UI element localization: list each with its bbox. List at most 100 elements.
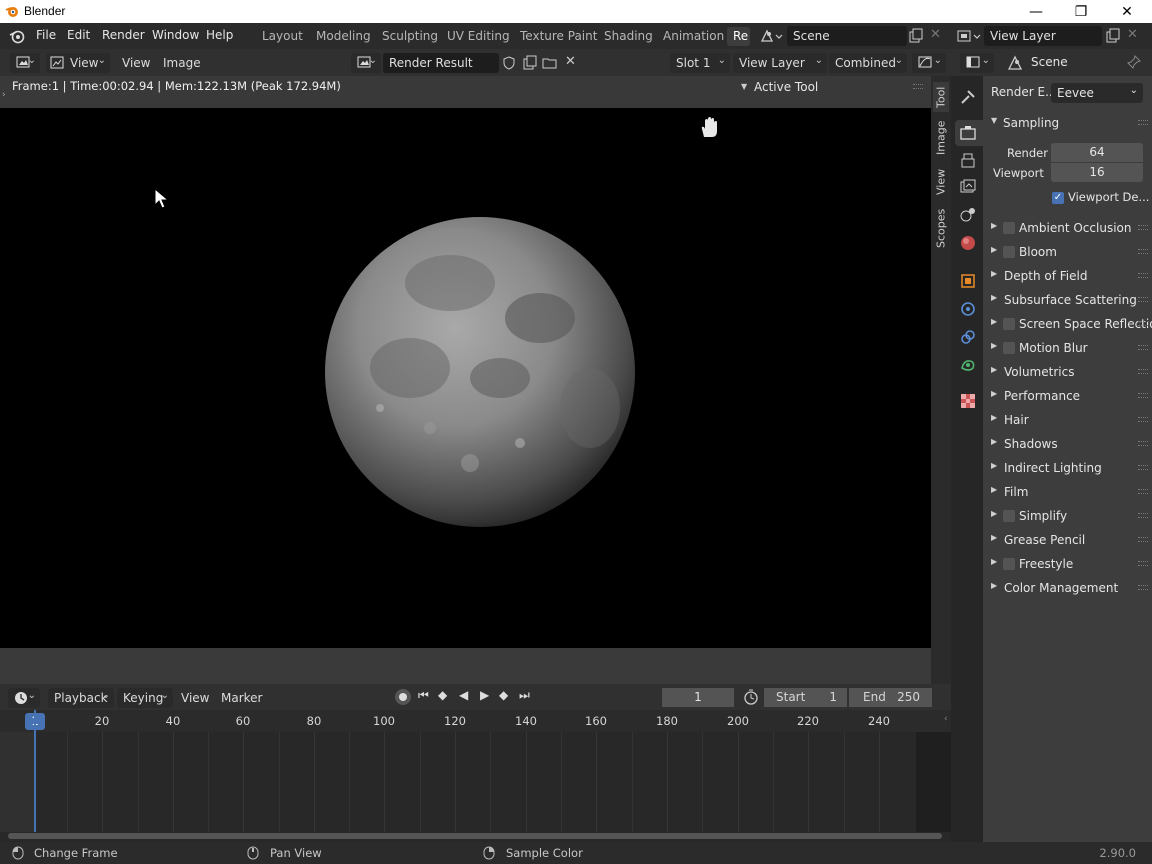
- display-channels-dropdown[interactable]: ⌄: [912, 53, 946, 73]
- minimize-button[interactable]: —: [1013, 0, 1059, 23]
- render-tab-active[interactable]: [955, 120, 983, 146]
- drag-grip-icon[interactable]: [1138, 249, 1148, 254]
- timeline-ruler[interactable]: 1 20 40 60 80 100 120 140 160 180 200 22…: [0, 710, 951, 732]
- panel-shadows[interactable]: ▶ Shadows: [983, 432, 1152, 456]
- next-keyframe-icon[interactable]: ◆: [499, 688, 508, 702]
- unlink-image-icon[interactable]: ✕: [565, 54, 576, 69]
- tab-view[interactable]: View: [933, 166, 949, 198]
- world-tab-icon[interactable]: [959, 234, 977, 252]
- render-engine-dropdown[interactable]: Eevee ⌄: [1051, 83, 1143, 103]
- drag-grip-icon[interactable]: [1138, 513, 1148, 518]
- output-tab-icon[interactable]: [959, 152, 977, 170]
- timeline-track-area[interactable]: [0, 710, 951, 842]
- delete-view-layer-icon[interactable]: ✕: [1127, 27, 1138, 42]
- play-reverse-icon[interactable]: ◀: [459, 688, 468, 702]
- drag-grip-icon[interactable]: [1138, 561, 1148, 566]
- jump-end-icon[interactable]: ⏭: [519, 688, 530, 703]
- tab-rendering[interactable]: Re: [727, 27, 750, 46]
- render-layer-dropdown[interactable]: View Layer ⌄: [733, 53, 827, 73]
- object-tab-icon[interactable]: [959, 272, 977, 290]
- menu-window[interactable]: Window: [152, 28, 199, 42]
- panel-volumetrics[interactable]: ▶ Volumetrics: [983, 360, 1152, 384]
- panel-bloom[interactable]: ▶ Bloom: [983, 240, 1152, 264]
- jump-start-icon[interactable]: ⏮: [418, 688, 429, 703]
- panel-color-management[interactable]: ▶ Color Management: [983, 576, 1152, 600]
- panel-sampling[interactable]: ▼ Sampling: [983, 111, 1152, 135]
- drag-grip-icon[interactable]: [1138, 273, 1148, 278]
- panel-motion-blur[interactable]: ▶ Motion Blur: [983, 336, 1152, 360]
- panel-depth-of-field[interactable]: ▶ Depth of Field: [983, 264, 1152, 288]
- panel-subsurface-scattering[interactable]: ▶ Subsurface Scattering: [983, 288, 1152, 312]
- new-view-layer-icon[interactable]: [1105, 28, 1121, 44]
- panel-indirect-lighting[interactable]: ▶ Indirect Lighting: [983, 456, 1152, 480]
- viewport-samples-field[interactable]: 16: [1051, 163, 1143, 182]
- data-tab-icon[interactable]: [959, 356, 977, 374]
- blender-menu-icon[interactable]: [9, 28, 25, 44]
- render-samples-field[interactable]: 64: [1051, 143, 1143, 162]
- modifier-tab-icon[interactable]: [959, 300, 977, 318]
- menu-file[interactable]: File: [36, 28, 56, 42]
- drag-grip-icon[interactable]: [1138, 465, 1148, 470]
- close-button[interactable]: ✕: [1104, 0, 1150, 23]
- restore-button[interactable]: ❐: [1058, 0, 1104, 23]
- render-viewport[interactable]: [0, 108, 931, 648]
- panel-enable-checkbox[interactable]: [1003, 558, 1015, 570]
- drag-grip-icon[interactable]: [1138, 537, 1148, 542]
- menu-help[interactable]: Help: [206, 28, 233, 42]
- panel-enable-checkbox[interactable]: [1003, 246, 1015, 258]
- tool-tab-icon[interactable]: [959, 88, 977, 106]
- toolbar-expand-icon[interactable]: ›: [2, 90, 6, 100]
- panel-performance[interactable]: ▶ Performance: [983, 384, 1152, 408]
- open-folder-icon[interactable]: [542, 55, 558, 71]
- pan-hand-icon[interactable]: [699, 117, 719, 139]
- browse-image-dropdown[interactable]: ⌄: [351, 53, 381, 73]
- properties-editor-type-dropdown[interactable]: ⌄: [960, 53, 994, 73]
- drag-grip-icon[interactable]: [1138, 417, 1148, 422]
- drag-grip-icon[interactable]: [1138, 393, 1148, 398]
- drag-grip-icon[interactable]: [1138, 297, 1148, 302]
- prev-keyframe-icon[interactable]: ◆: [438, 688, 447, 702]
- timeline-menu-view[interactable]: View: [177, 688, 213, 708]
- drag-grip-icon[interactable]: [1138, 585, 1148, 590]
- panel-hair[interactable]: ▶ Hair: [983, 408, 1152, 432]
- menu-edit[interactable]: Edit: [67, 28, 90, 42]
- panel-grease-pencil[interactable]: ▶ Grease Pencil: [983, 528, 1152, 552]
- timeline-menu-marker[interactable]: Marker: [217, 688, 266, 708]
- tab-tool[interactable]: Tool: [933, 82, 949, 112]
- tab-layout[interactable]: Layout: [256, 27, 309, 46]
- panel-freestyle[interactable]: ▶ Freestyle: [983, 552, 1152, 576]
- playhead-line[interactable]: [34, 710, 36, 832]
- tab-uv-editing[interactable]: UV Editing: [441, 27, 516, 46]
- view-mode-dropdown[interactable]: View ⌄: [46, 53, 110, 73]
- scene-selector-icon[interactable]: [759, 28, 783, 44]
- tab-image[interactable]: Image: [933, 118, 949, 158]
- constraint-tab-icon[interactable]: [959, 328, 977, 346]
- drag-grip-icon[interactable]: [1138, 225, 1148, 230]
- drag-grip-icon[interactable]: [1138, 321, 1148, 326]
- keying-menu[interactable]: Keying ⌄: [117, 688, 173, 708]
- view-layer-selector-icon[interactable]: [956, 28, 982, 44]
- drag-grip-icon[interactable]: [913, 84, 923, 89]
- pin-icon[interactable]: [1127, 55, 1141, 69]
- drag-grip-icon[interactable]: [1138, 441, 1148, 446]
- drag-grip-icon[interactable]: [1138, 489, 1148, 494]
- end-frame-field[interactable]: End 250: [849, 688, 932, 707]
- timeline-sidebar-expand-icon[interactable]: ‹: [944, 714, 948, 724]
- play-icon[interactable]: ▶: [480, 688, 489, 702]
- viewport-denoise-checkbox[interactable]: ✓: [1052, 192, 1064, 204]
- tab-animation[interactable]: Animation: [657, 27, 730, 46]
- panel-enable-checkbox[interactable]: [1003, 342, 1015, 354]
- drag-grip-icon[interactable]: [1138, 369, 1148, 374]
- timeline-scrollbar[interactable]: [8, 833, 942, 839]
- new-image-icon[interactable]: [522, 55, 538, 71]
- preview-range-clock-icon[interactable]: [743, 689, 759, 705]
- view-layer-field[interactable]: View Layer: [984, 26, 1102, 46]
- panel-enable-checkbox[interactable]: [1003, 318, 1015, 330]
- playback-menu[interactable]: Playback ⌄: [48, 688, 114, 708]
- tab-sculpting[interactable]: Sculpting: [376, 27, 444, 46]
- new-scene-icon[interactable]: [908, 28, 924, 44]
- current-frame-field[interactable]: 1: [662, 688, 734, 707]
- panel-ambient-occlusion[interactable]: ▶ Ambient Occlusion: [983, 216, 1152, 240]
- delete-scene-icon[interactable]: ✕: [930, 27, 941, 42]
- tab-shading[interactable]: Shading: [598, 27, 659, 46]
